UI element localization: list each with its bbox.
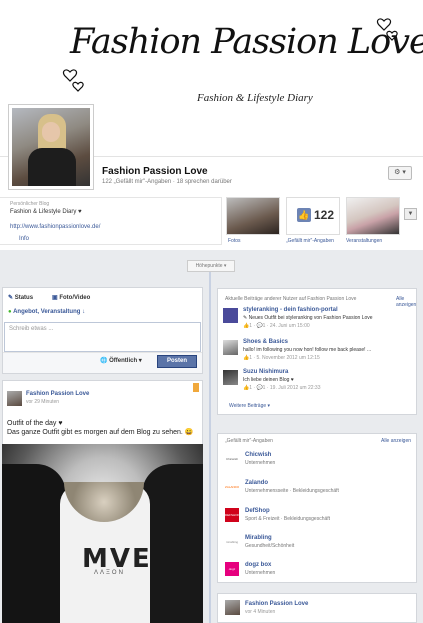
liked-page-category: Unternehmensseite · Bekleidungsgeschäft — [245, 488, 339, 494]
events-app-label[interactable]: Veranstaltungen — [346, 238, 382, 244]
thumbs-up-icon: 👍 — [297, 208, 311, 222]
settings-gear-button[interactable]: ⚙ ▾ — [388, 166, 412, 180]
pencil-icon: ✎ — [8, 295, 15, 301]
post-text-line: Das ganze Outfit gibt es morgen auf dem … — [7, 429, 194, 436]
recent-posts-title: Aktuelle Beiträge anderer Nutzer auf Fas… — [225, 296, 357, 302]
avatar — [223, 308, 238, 323]
tab-status[interactable]: ✎ Status — [8, 294, 33, 301]
liked-page-item[interactable]: mirabling Mirabling Gesundheit/Schönheit — [225, 535, 410, 559]
page-like-stats: 122 „Gefällt mir"-Angaben · 18 sprechen … — [102, 179, 232, 185]
recent-meta: 👍1 · 💬1 · 19. Juli 2012 um 22:33 — [243, 385, 321, 391]
info-website-link[interactable]: http://www.fashionpassionlove.de/ — [10, 224, 100, 230]
liked-page-category: Gesundheit/Schönheit — [245, 543, 295, 549]
likes-show-all-link[interactable]: Alle anzeigen — [381, 438, 411, 444]
liked-page-category: Unternehmen — [245, 460, 276, 466]
cover-title: Fashion Passion Love — [70, 22, 423, 62]
tab-photo-video[interactable]: ▣ Foto/Video — [52, 294, 90, 301]
liked-page-name[interactable]: DefShop — [245, 508, 270, 514]
liked-page-category: Unternehmen — [245, 570, 276, 576]
avatar — [223, 370, 238, 385]
page-logo: dogz — [225, 562, 239, 576]
more-posts-link[interactable]: Weitere Beiträge ▾ — [229, 403, 270, 409]
offer-event-link[interactable]: ● Angebot, Veranstaltung ↓ — [8, 309, 85, 315]
liked-page-item[interactable]: ZALANDO Zalando Unternehmensseite · Bekl… — [225, 480, 410, 504]
events-app-tile[interactable] — [346, 197, 400, 235]
avatar — [223, 340, 238, 355]
liked-page-name[interactable]: Zalando — [245, 480, 268, 486]
page-logo: mirabling — [225, 535, 239, 549]
timeline-spine — [209, 270, 211, 623]
recent-meta: 👍1 · 5. November 2012 um 12:15 — [243, 355, 320, 361]
post-photo[interactable]: MVE ΛΛΞΟΝ — [2, 444, 203, 623]
likes-count: 122 — [314, 208, 335, 222]
page-logo: Chicwish — [225, 452, 239, 466]
likes-app-tile[interactable]: 👍 122 — [286, 197, 340, 235]
liked-page-item[interactable]: Chicwish Chicwish Unternehmen — [225, 452, 410, 476]
apps-expand-button[interactable]: ▼ — [404, 208, 417, 220]
avatar[interactable] — [225, 600, 240, 615]
privacy-selector[interactable]: 🌐 Öffentlich ▾ — [100, 357, 142, 364]
info-category: Fashion & Lifestyle Diary ♥ — [10, 209, 82, 215]
shirt-print-small: ΛΛΞΟΝ — [94, 570, 125, 576]
liked-page-name[interactable]: Mirabling — [245, 535, 272, 541]
info-tab-label[interactable]: Info — [19, 236, 29, 242]
gear-icon: ⚙ ▾ — [394, 169, 406, 176]
recent-author[interactable]: Suzu Nishimura — [243, 369, 288, 375]
chevron-down-icon: ▼ — [407, 211, 414, 217]
recent-text: hallo! im following you now hon! follow … — [243, 347, 372, 353]
post-text: Outfit of the day ♥ Das ganze Outfit gib… — [7, 419, 200, 437]
liked-page-item[interactable]: DEFSHOP DefShop Sport & Freizeit · Bekle… — [225, 508, 410, 532]
list-item[interactable]: styleranking - dein fashion-portal ✎ Neu… — [223, 307, 413, 335]
avatar[interactable] — [7, 391, 22, 406]
post-text-line: Outfit of the day ♥ — [7, 420, 63, 427]
photos-app-label[interactable]: Fotos — [228, 238, 241, 244]
globe-icon: 🌐 — [100, 358, 110, 364]
liked-page-category: Sport & Freizeit · Bekleidungsgeschäft — [245, 516, 331, 522]
post-timestamp[interactable]: vor 4 Minuten — [245, 609, 275, 615]
profile-picture[interactable] — [8, 104, 94, 190]
post-author[interactable]: Fashion Passion Love — [245, 601, 308, 607]
highlights-dropdown[interactable]: Höhepunkte ▾ — [187, 260, 235, 272]
page-title[interactable]: Fashion Passion Love — [102, 166, 208, 177]
post-card — [217, 593, 417, 623]
post-button[interactable]: Posten — [157, 355, 197, 368]
list-item[interactable]: Suzu Nishimura Ich liebe deinen Blog ♥ 👍… — [223, 369, 413, 397]
post-author[interactable]: Fashion Passion Love — [26, 391, 89, 397]
likes-card-title: „Gefällt mir"-Angaben — [225, 438, 273, 444]
info-category-label: Persönlicher Blog — [10, 201, 50, 207]
cover-subtitle: Fashion & Lifestyle Diary — [197, 92, 313, 104]
page-logo: ZALANDO — [225, 480, 239, 494]
liked-page-name[interactable]: dogz box — [245, 562, 271, 568]
recent-text: Ich liebe deinen Blog ♥ — [243, 377, 294, 383]
recent-meta: 👍1 · 💬1 · 24. Juni um 15:00 — [243, 323, 310, 329]
liked-page-item[interactable]: dogz dogz box Unternehmen — [225, 562, 410, 586]
recent-author[interactable]: Shoes & Basics — [243, 339, 288, 345]
recent-text: ✎ Neues Outfit bei styleranking von Fash… — [243, 315, 373, 321]
post-timestamp[interactable]: vor 29 Minuten — [26, 399, 59, 405]
bookmark-icon[interactable] — [193, 383, 199, 392]
photos-app-tile[interactable] — [226, 197, 280, 235]
list-item[interactable]: Shoes & Basics hallo! im following you n… — [223, 339, 413, 367]
page-logo: DEFSHOP — [225, 508, 239, 522]
status-input[interactable] — [4, 322, 201, 352]
recent-author[interactable]: styleranking - dein fashion-portal — [243, 307, 338, 313]
liked-page-name[interactable]: Chicwish — [245, 452, 271, 458]
likes-app-label[interactable]: „Gefällt mir"-Angaben — [286, 238, 334, 244]
